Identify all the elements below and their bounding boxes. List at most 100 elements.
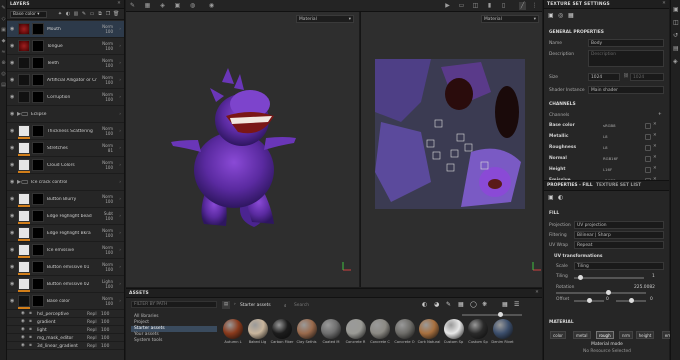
layer-row[interactable]: ◉ Ice emissive Norm 100 › xyxy=(7,242,124,259)
channel-format[interactable]: L16F xyxy=(603,167,612,172)
channel-settings-icon[interactable] xyxy=(645,134,651,140)
layer-mask-thumbnail[interactable] xyxy=(32,159,44,171)
paint-mode-icon[interactable]: ✎ xyxy=(129,2,136,10)
shader-settings-icon[interactable]: ◍ xyxy=(189,2,196,10)
layer-blend-opacity[interactable]: Norm 100 xyxy=(102,160,113,170)
paint-brush-icon[interactable]: ✎ xyxy=(1,6,6,11)
mesh-maps-tab-icon[interactable]: ◎ xyxy=(558,12,563,19)
visibility-eye-icon[interactable]: ◉ xyxy=(10,298,14,304)
layer-mask-thumbnail[interactable] xyxy=(32,295,44,307)
channel-format[interactable]: L8 xyxy=(603,134,608,139)
effect-row[interactable]: ◉ ▪ gradient Repl 100 xyxy=(7,318,124,326)
visibility-eye-icon[interactable]: ◉ xyxy=(10,281,14,287)
visibility-eye-icon[interactable]: ◉ xyxy=(10,264,14,270)
more-icon[interactable]: › xyxy=(119,248,121,253)
picker-icon[interactable]: ◎ xyxy=(1,72,6,77)
delete-channel-icon[interactable]: ✕ xyxy=(653,166,657,171)
layer-blend-opacity[interactable]: Norm 100 xyxy=(102,296,113,306)
breadcrumb[interactable]: Starter assets xyxy=(240,303,271,308)
list-view-icon[interactable]: ☰ xyxy=(514,301,519,308)
link-icon[interactable]: ⛓ xyxy=(623,74,629,79)
channel-format[interactable]: L8 xyxy=(603,145,608,150)
layer-mask-thumbnail[interactable] xyxy=(32,57,44,69)
uv-view-icon[interactable]: ▮ xyxy=(486,2,493,10)
layer-row[interactable]: ◉ Button emissive 02 Lighn 100 › xyxy=(7,276,124,293)
effect-blend[interactable]: Repl xyxy=(87,320,97,325)
material-channel-toggle[interactable]: height xyxy=(635,331,655,339)
asset-category[interactable]: System tools xyxy=(131,338,217,344)
library-icon[interactable]: ▤ xyxy=(222,301,230,309)
material-thumbnail[interactable] xyxy=(370,319,390,339)
texture-filter-icon[interactable]: ▦ xyxy=(458,301,464,308)
more-icon[interactable]: › xyxy=(119,129,121,134)
more-icon[interactable]: › xyxy=(119,95,121,100)
close-icon[interactable]: ✕ xyxy=(535,290,539,295)
layer-row[interactable]: ◉ ▸▭ Eclipse › xyxy=(7,106,124,123)
layer-row[interactable]: ◉ ▸▭ Ice crack control › xyxy=(7,174,124,191)
material-thumbnail[interactable] xyxy=(223,319,243,339)
layer-blend-opacity[interactable]: Norm 100 xyxy=(102,228,113,238)
layer-row[interactable]: ◉ Teeth Norm 100 › xyxy=(7,55,124,72)
material-channel-toggle[interactable]: rough xyxy=(596,331,614,339)
layer-row[interactable]: ◉ Tongue Norm 100 › xyxy=(7,38,124,55)
material-filter-icon[interactable]: ◐ xyxy=(422,301,427,308)
layer-row[interactable]: ◉ Cloud Colors Norm 100 › xyxy=(7,157,124,174)
shader-instance-select[interactable]: Main shader xyxy=(588,86,664,94)
description-field[interactable]: Description xyxy=(588,50,664,67)
more-icon[interactable]: › xyxy=(119,44,121,49)
layer-mask-thumbnail[interactable] xyxy=(32,142,44,154)
delete-channel-icon[interactable]: ✕ xyxy=(653,144,657,149)
visibility-eye-icon[interactable]: ◉ xyxy=(10,60,14,66)
layer-blend-opacity[interactable]: Norm 100 xyxy=(102,126,113,136)
rotation-value[interactable]: 225.0082 xyxy=(634,285,655,290)
visibility-eye-icon[interactable]: ◉ xyxy=(21,311,25,316)
more-icon[interactable]: › xyxy=(119,282,121,287)
scale-select[interactable]: Tiling xyxy=(574,262,664,270)
environment-icon[interactable]: ◈ xyxy=(159,2,166,10)
layer-row[interactable]: ◉ Corruption Norm 100 › xyxy=(7,89,124,106)
material-thumbnail[interactable] xyxy=(468,319,488,339)
layer-blend-opacity[interactable]: Norm 81 xyxy=(102,143,113,153)
close-icon[interactable]: ✕ xyxy=(662,1,666,6)
visibility-eye-icon[interactable]: ◉ xyxy=(10,43,14,49)
viewport-2d[interactable]: Material ▾ xyxy=(360,12,542,287)
layer-row[interactable]: ◉ Mouth Norm 100 › xyxy=(7,21,124,38)
visibility-eye-icon[interactable]: ◉ xyxy=(10,111,14,117)
effect-opacity[interactable]: 100 xyxy=(101,312,109,317)
bake-icon[interactable]: ▤ xyxy=(1,83,6,88)
visibility-eye-icon[interactable]: ◉ xyxy=(10,162,14,168)
more-icon[interactable]: › xyxy=(119,299,121,304)
material-channel-toggle[interactable]: nrm xyxy=(619,331,634,339)
layer-blend-opacity[interactable]: Norm 100 xyxy=(102,24,113,34)
channel-row[interactable]: Metallic L8 ✕ xyxy=(549,133,667,142)
channel-format[interactable]: sRGB8 xyxy=(603,123,616,128)
clone-icon[interactable]: ⊕ xyxy=(1,61,6,66)
more-icon[interactable]: › xyxy=(119,112,121,117)
delete-channel-icon[interactable]: ✕ xyxy=(653,133,657,138)
layer-blend-opacity[interactable]: Norm 100 xyxy=(102,75,113,85)
alpha-filter-icon[interactable]: ◯ xyxy=(470,301,477,308)
name-field[interactable]: Body xyxy=(588,39,664,47)
effect-opacity[interactable]: 100 xyxy=(101,336,109,341)
visibility-eye-icon[interactable]: ◉ xyxy=(10,128,14,134)
add-channel-icon[interactable]: + xyxy=(658,112,662,117)
material-thumbnail[interactable] xyxy=(272,319,292,339)
material-channel-toggle[interactable]: metal xyxy=(573,331,591,339)
rotation-slider[interactable] xyxy=(556,292,646,294)
viewport-3d[interactable]: Material ▾ xyxy=(126,12,359,287)
visibility-eye-icon[interactable]: ◉ xyxy=(10,145,14,151)
uv-wrap-select[interactable]: Repeat xyxy=(574,241,664,249)
add-fill-icon[interactable]: ▥ xyxy=(73,11,79,18)
effect-row[interactable]: ◉ ▪ light Repl 100 xyxy=(7,326,124,334)
layer-blend-opacity[interactable]: Norm 100 xyxy=(102,41,113,51)
layer-mask-thumbnail[interactable] xyxy=(32,244,44,256)
channel-row[interactable]: Height L16F ✕ xyxy=(549,166,667,175)
camera-icon[interactable]: ▣ xyxy=(174,2,181,10)
visibility-eye-icon[interactable]: ◉ xyxy=(10,196,14,202)
split-view-icon[interactable]: ◫ xyxy=(472,2,479,10)
tab-texture-set-list[interactable]: TEXTURE SET LIST xyxy=(596,183,641,188)
visibility-eye-icon[interactable]: ◉ xyxy=(21,343,25,348)
pen-tool-icon[interactable]: ╱ xyxy=(519,2,526,10)
more-icon[interactable]: › xyxy=(119,61,121,66)
instance-icon[interactable]: ⧉ xyxy=(97,11,103,18)
